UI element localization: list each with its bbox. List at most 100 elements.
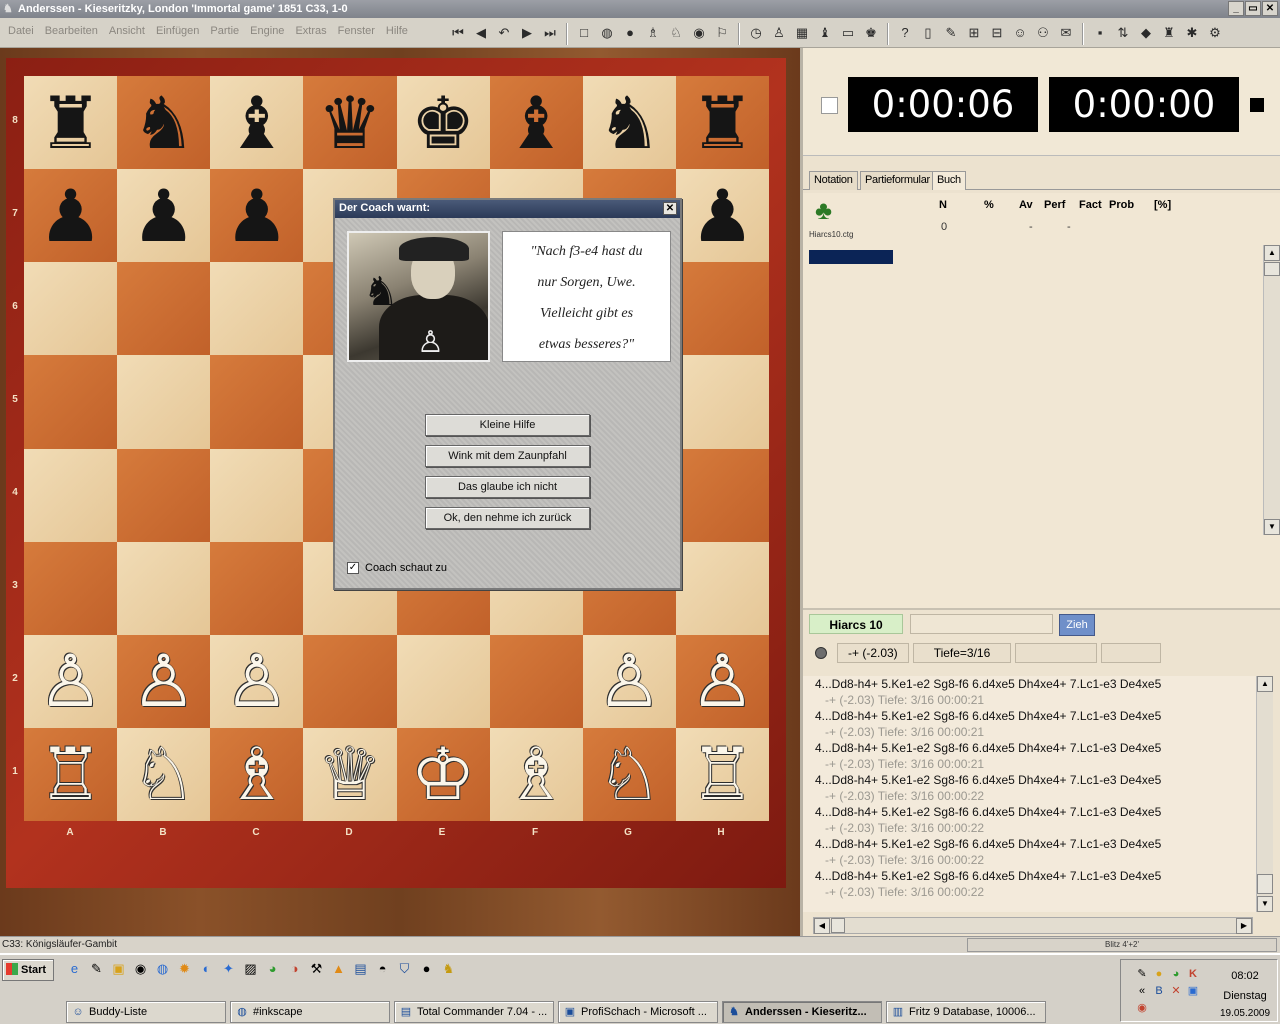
task-total-commander[interactable]: ▤ Total Commander 7.04 - ... [394,1001,554,1023]
square-a2[interactable]: ♙ [24,634,118,728]
square-h3[interactable] [675,541,769,635]
square-f1[interactable]: ♗ [489,727,583,821]
monitor-icon[interactable]: ▭ [838,23,858,43]
engine-line[interactable]: 4...Dd8-h4+ 5.Ke1-e2 Sg8-f6 6.d4xe5 Dh4x… [803,836,1263,868]
menu-ansicht[interactable]: Ansicht [109,25,145,37]
pawn-icon[interactable]: ♙ [769,23,789,43]
white-piece-icon[interactable]: ♗ [225,738,290,810]
notepad-icon[interactable]: ✎ [88,960,105,977]
black-piece-icon[interactable]: ♞ [131,87,196,159]
black-piece-icon[interactable]: ♝ [504,87,569,159]
last-move-icon[interactable]: ⏭ [540,23,560,43]
globe-icon[interactable]: ◍ [597,23,617,43]
black-piece-icon[interactable]: ♜ [690,87,755,159]
square-d8[interactable]: ♛ [303,76,397,170]
square-a8[interactable]: ♜ [24,76,118,170]
tray-security-icon[interactable]: ◉ [1135,1001,1149,1015]
tools-icon[interactable]: ⚒ [308,960,325,977]
black-piece-icon[interactable]: ♛ [318,87,383,159]
task-fritz-database[interactable]: ▥ Fritz 9 Database, 10006... [886,1001,1046,1023]
menu-engine[interactable]: Engine [250,25,284,37]
firefox-icon[interactable]: ✹ [176,960,193,977]
square-b7[interactable]: ♟ [117,169,211,263]
white-piece-icon[interactable]: ♙ [38,645,103,717]
square-b1[interactable]: ♘ [117,727,211,821]
chat-icon[interactable]: ✉ [1056,23,1076,43]
square-c1[interactable]: ♗ [210,727,304,821]
mail-icon[interactable]: ◑ [286,960,303,977]
small-hint-button[interactable]: Kleine Hilfe [425,414,590,436]
engine-line[interactable]: 4...Dd8-h4+ 5.Ke1-e2 Sg8-f6 6.d4xe5 Dh4x… [803,772,1263,804]
white-piece-icon[interactable]: ♙ [690,645,755,717]
book-selected-row[interactable] [809,250,893,264]
flip-board-icon[interactable]: ⇅ [1113,23,1133,43]
white-piece-icon[interactable]: ♙ [597,645,662,717]
square-b5[interactable] [117,355,211,449]
dialog-close-button[interactable]: ✕ [663,202,677,215]
engine-line[interactable]: 4...Dd8-h4+ 5.Ke1-e2 Sg8-f6 6.d4xe5 Dh4x… [803,804,1263,836]
tab-notation[interactable]: Notation [809,171,858,190]
book-scrollbar[interactable]: ▲ ▼ [1263,245,1280,535]
square-c6[interactable] [210,262,304,356]
black-piece-icon[interactable]: ♟ [38,180,103,252]
options-icon[interactable]: ⚙ [1205,23,1225,43]
square-g8[interactable]: ♞ [582,76,676,170]
edit-icon[interactable]: ✎ [941,23,961,43]
scroll-left-icon[interactable]: ◀ [814,918,830,934]
square-g2[interactable]: ♙ [582,634,676,728]
tray-expand-icon[interactable]: « [1135,984,1149,998]
white-piece-icon[interactable]: ♘ [597,738,662,810]
black-piece-icon[interactable]: ♞ [597,87,662,159]
globe-icon[interactable]: ◐ [198,960,215,977]
menu-partie[interactable]: Partie [210,25,239,37]
square-h8[interactable]: ♜ [675,76,769,170]
square-b3[interactable] [117,541,211,635]
engine-line[interactable]: 4...Dd8-h4+ 5.Ke1-e2 Sg8-f6 6.d4xe5 Dh4x… [803,868,1263,900]
browser-icon[interactable]: ◍ [154,960,171,977]
engine-line[interactable]: 4...Dd8-h4+ 5.Ke1-e2 Sg8-f6 6.d4xe5 Dh4x… [803,676,1263,708]
vlc-icon[interactable]: ▲ [330,960,347,977]
white-piece-icon[interactable]: ♙ [131,645,196,717]
user-icon[interactable]: ☺ [1010,23,1030,43]
disk-icon[interactable]: ◓ [374,960,391,977]
takeback-button[interactable]: Ok, den nehme ich zurück [425,507,590,529]
square-e8[interactable]: ♚ [396,76,490,170]
app-icon[interactable]: ▤ [352,960,369,977]
menu-datei[interactable]: Datei [8,25,34,37]
takeback-icon[interactable]: ↶ [494,23,514,43]
black-piece-icon[interactable]: ♜ [38,87,103,159]
flag-icon[interactable]: ⚐ [712,23,732,43]
3d-board-icon[interactable]: ◆ [1136,23,1156,43]
engine-icon[interactable]: ♘ [666,23,686,43]
engine-line[interactable]: 4...Dd8-h4+ 5.Ke1-e2 Sg8-f6 6.d4xe5 Dh4x… [803,740,1263,772]
square-d1[interactable]: ♕ [303,727,397,821]
engine-scrollbar[interactable]: ▲ ▼ [1256,676,1273,912]
coin-icon[interactable]: ● [620,23,640,43]
scroll-thumb[interactable] [1257,874,1273,894]
square-a5[interactable] [24,355,118,449]
tray-b-icon[interactable]: B [1152,984,1166,998]
engine-record-icon[interactable] [815,647,827,659]
tray-tool-icon[interactable]: ✎ [1135,967,1149,981]
square-c7[interactable]: ♟ [210,169,304,263]
task-buddy-liste[interactable]: ☺ Buddy-Liste [66,1001,226,1023]
chat-icon[interactable]: ◕ [264,960,281,977]
white-piece-icon[interactable]: ♙ [225,645,290,717]
square-h4[interactable] [675,448,769,542]
board-icon[interactable]: ▦ [792,23,812,43]
square-a4[interactable] [24,448,118,542]
black-piece-icon[interactable]: ♝ [225,87,290,159]
square-g1[interactable]: ♘ [582,727,676,821]
scroll-thumb[interactable] [1264,262,1280,276]
square-a7[interactable]: ♟ [24,169,118,263]
square-e1[interactable]: ♔ [396,727,490,821]
messenger-icon[interactable]: ♞ [440,960,457,977]
square-c2[interactable]: ♙ [210,634,304,728]
grid-icon[interactable]: ⊞ [964,23,984,43]
square-c8[interactable]: ♝ [210,76,304,170]
clock-icon[interactable]: ● [418,960,435,977]
move-now-button[interactable]: Zieh [1059,614,1095,636]
square-b6[interactable] [117,262,211,356]
square-a6[interactable] [24,262,118,356]
square-h6[interactable] [675,262,769,356]
